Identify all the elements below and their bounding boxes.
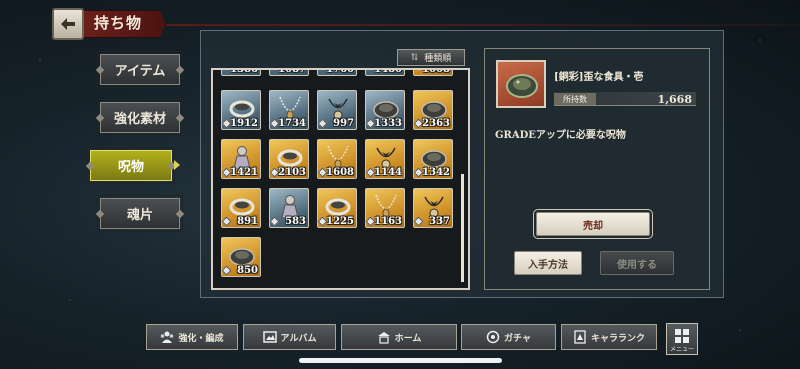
item-count: 1912: [230, 118, 258, 129]
home-indicator[interactable]: [299, 358, 502, 363]
item-count: 583: [285, 216, 306, 227]
item-slot[interactable]: 997: [317, 90, 357, 130]
item-slot-partial[interactable]: 1008: [413, 68, 453, 76]
nav-label: キャラランク: [590, 333, 645, 344]
item-count: 1225: [326, 216, 354, 227]
menu-button[interactable]: メニュー: [666, 323, 698, 355]
item-slot[interactable]: 1421: [221, 139, 261, 179]
obtain-method-button[interactable]: 入手方法: [514, 251, 582, 275]
item-count: 850: [237, 265, 258, 276]
item-slot-partial[interactable]: 1760: [317, 68, 357, 76]
item-slot[interactable]: 850: [221, 237, 261, 277]
team-icon: [161, 331, 174, 343]
selected-item-image: [496, 60, 546, 108]
selected-item-name: [銅彩]歪な食具・壱: [554, 72, 644, 83]
item-slot[interactable]: 1163: [365, 188, 405, 228]
item-count: 1008: [422, 68, 450, 75]
active-tab-arrow-icon: [174, 160, 180, 170]
use-button[interactable]: 使用する: [600, 251, 674, 275]
grid-menu-icon: [675, 329, 689, 343]
item-slot[interactable]: 337: [413, 188, 453, 228]
item-count: 997: [333, 118, 354, 129]
item-count: 891: [237, 216, 258, 227]
item-slot[interactable]: 1342: [413, 139, 453, 179]
item-count: 1421: [230, 167, 258, 178]
tab-enhance-materials[interactable]: 強化素材: [97, 99, 183, 136]
sort-label: 種類順: [424, 54, 452, 64]
nav-character-rank[interactable]: キャラランク: [561, 324, 657, 350]
nav-label: ホーム: [394, 333, 422, 344]
tab-soul-fragments[interactable]: 魂片: [97, 195, 183, 232]
tab-items[interactable]: アイテム: [97, 51, 183, 88]
item-count: 1333: [374, 118, 402, 129]
item-slot[interactable]: 891: [221, 188, 261, 228]
back-button[interactable]: [52, 8, 84, 40]
bowl-icon: [506, 74, 538, 98]
item-count: 2363: [422, 118, 450, 129]
item-count: 1480: [374, 68, 402, 75]
item-count: 1163: [374, 216, 402, 227]
quantity-label: 所持数: [554, 93, 596, 105]
rank-icon: [574, 330, 586, 344]
item-count: 337: [429, 216, 450, 227]
item-grid: 1386 1087 1760 1480 1008 1912 1734 997 1333 2363…: [211, 68, 470, 290]
item-count: 1608: [326, 167, 354, 178]
item-count: 1734: [278, 118, 306, 129]
nav-album[interactable]: アルバム: [243, 324, 336, 350]
page-title: 持ち物: [94, 14, 143, 32]
quantity-value: 1,668: [657, 93, 692, 106]
item-description: GRADEアップに必要な呪物: [495, 130, 626, 141]
grid-scrollbar[interactable]: [461, 174, 464, 282]
item-slot[interactable]: 1608: [317, 139, 357, 179]
tab-cursed-objects[interactable]: 呪物: [87, 147, 175, 184]
item-slot[interactable]: 1333: [365, 90, 405, 130]
item-slot-partial[interactable]: 1087: [269, 68, 309, 76]
sell-button[interactable]: 売却: [533, 209, 653, 239]
title-divider: [166, 24, 800, 26]
item-slot[interactable]: 583: [269, 188, 309, 228]
item-slot-partial[interactable]: 1386: [221, 68, 261, 76]
sort-icon: ⇅: [410, 52, 419, 63]
sort-button[interactable]: ⇅ 種類順: [397, 49, 465, 66]
home-icon: [377, 332, 390, 344]
item-count: 1342: [422, 167, 450, 178]
item-slot[interactable]: 1734: [269, 90, 309, 130]
item-count: 1087: [278, 68, 306, 75]
gacha-icon: [486, 330, 500, 344]
nav-label: ガチャ: [504, 333, 531, 344]
menu-label: メニュー: [669, 346, 694, 353]
item-slot[interactable]: 1225: [317, 188, 357, 228]
nav-enhance-team[interactable]: 強化・編成: [146, 324, 238, 350]
item-slot[interactable]: 1144: [365, 139, 405, 179]
item-count: 1144: [374, 167, 402, 178]
item-count: 1760: [326, 68, 354, 75]
album-icon: [262, 331, 277, 343]
item-count: 1386: [230, 68, 258, 75]
nav-label: 強化・編成: [178, 333, 224, 344]
item-slot[interactable]: 2363: [413, 90, 453, 130]
item-slot-partial[interactable]: 1480: [365, 68, 405, 76]
nav-home[interactable]: ホーム: [341, 324, 457, 350]
nav-gacha[interactable]: ガチャ: [461, 324, 556, 350]
item-slot[interactable]: 2103: [269, 139, 309, 179]
nav-label: アルバム: [280, 333, 317, 344]
item-slot[interactable]: 1912: [221, 90, 261, 130]
back-arrow-icon: [61, 18, 75, 30]
item-count: 2103: [278, 167, 306, 178]
